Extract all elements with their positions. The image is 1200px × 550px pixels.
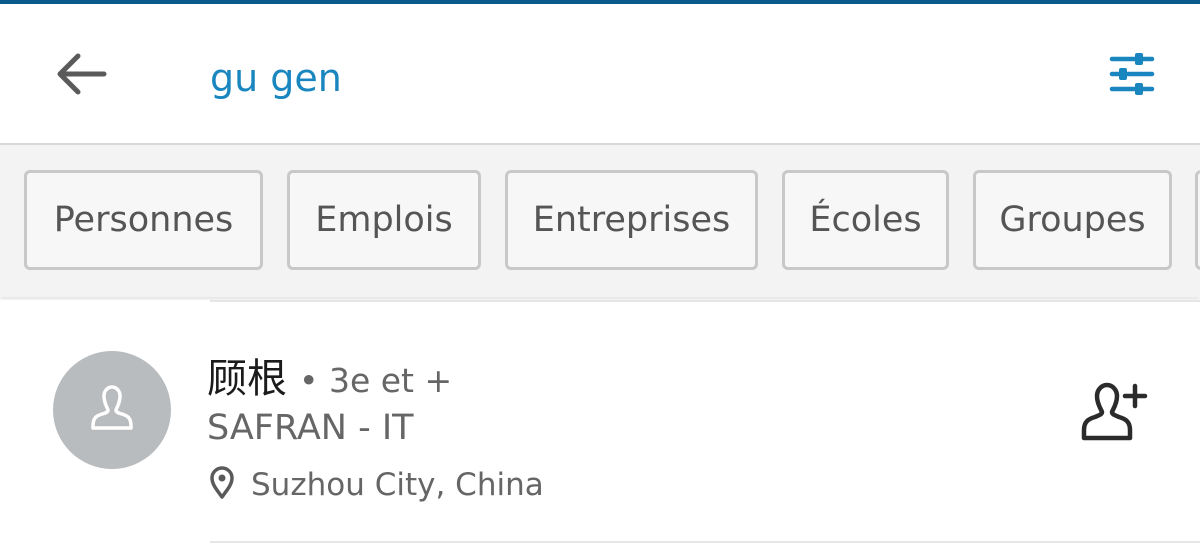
filter-button[interactable] <box>1090 34 1174 118</box>
connect-button[interactable] <box>1068 370 1158 460</box>
result-headline: SAFRAN - IT <box>207 408 414 448</box>
arrow-left-icon <box>56 52 108 100</box>
tab-personnes[interactable]: Personnes <box>24 170 263 270</box>
sliders-icon <box>1109 53 1155 99</box>
result-location-row: Suzhou City, China <box>207 463 544 507</box>
result-name[interactable]: 顾根 <box>207 346 287 404</box>
tab-emplois[interactable]: Emplois <box>287 170 481 270</box>
tab-entreprises[interactable]: Entreprises <box>505 170 758 270</box>
map-pin-icon <box>207 466 237 504</box>
connection-degree: • 3e et + <box>299 361 453 400</box>
divider <box>210 541 1200 543</box>
person-placeholder-icon <box>87 382 137 438</box>
search-input[interactable]: gu gen <box>210 48 342 108</box>
tab-more-partial[interactable] <box>1195 170 1200 270</box>
result-title-row: 顾根 • 3e et + <box>207 346 452 402</box>
avatar[interactable] <box>53 351 171 469</box>
back-button[interactable] <box>40 34 124 118</box>
result-location: Suzhou City, China <box>251 467 544 503</box>
tab-ecoles[interactable]: Écoles <box>782 170 949 270</box>
list-item[interactable]: 顾根 • 3e et + SAFRAN - IT Suzhou City, Ch… <box>0 300 1200 550</box>
search-category-tabs: Personnes Emplois Entreprises Écoles Gro… <box>0 145 1200 297</box>
add-person-icon <box>1077 382 1149 448</box>
divider <box>210 300 1200 302</box>
search-header: gu gen <box>0 4 1200 144</box>
tab-groupes[interactable]: Groupes <box>973 170 1172 270</box>
